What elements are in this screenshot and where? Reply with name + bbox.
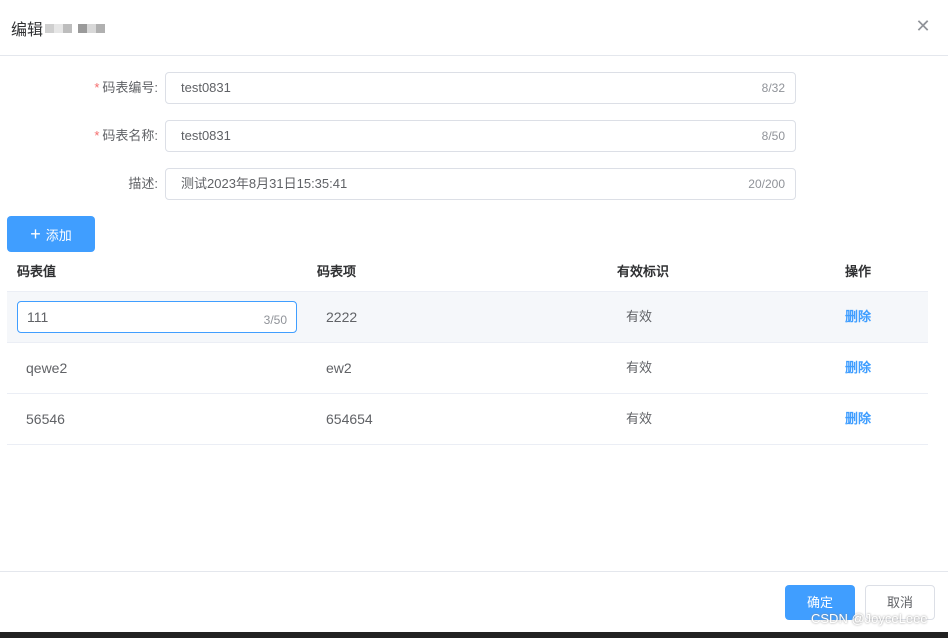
desc-label: 描述: (128, 176, 158, 191)
delete-link[interactable]: 删除 (845, 394, 871, 444)
row-value-cell: 56546 (26, 411, 65, 427)
row-value-input-counter: 3/50 (263, 313, 287, 327)
column-header-value: 码表值 (17, 264, 57, 279)
bottom-dark-bar (0, 632, 948, 638)
dialog-title: 编辑 (11, 16, 106, 40)
code-table: 码表值 码表项 有效标识 操作 111 3/50 2222 有效 删除 qewe… (7, 252, 928, 445)
code-input-value: test0831 (181, 80, 231, 95)
column-header-status: 有效标识 (617, 264, 670, 279)
code-input-counter: 8/32 (761, 81, 785, 95)
table-row: qewe2 ew2 有效 删除 (7, 343, 928, 394)
row-status-cell: 有效 (626, 309, 653, 324)
close-icon[interactable]: ✕ (913, 14, 933, 38)
row-value-input[interactable]: 111 3/50 (17, 301, 297, 333)
column-header-item: 码表项 (317, 264, 357, 279)
row-value-input-text: 111 (27, 309, 49, 325)
delete-link[interactable]: 删除 (845, 292, 871, 342)
dialog-title-text: 编辑 (11, 22, 44, 39)
form-row-code: * 码表编号: test0831 8/32 (0, 72, 800, 104)
code-input[interactable]: test0831 8/32 (165, 72, 796, 104)
row-status-cell: 有效 (626, 360, 653, 375)
table-row: 56546 654654 有效 删除 (7, 394, 928, 445)
plus-icon: + (30, 224, 41, 244)
delete-link[interactable]: 删除 (845, 343, 871, 393)
watermark-text: CSDN @JoyceLeee (811, 611, 928, 626)
redacted-title-mosaic (45, 23, 106, 33)
table-header: 码表值 码表项 有效标识 操作 (7, 252, 928, 292)
add-row-label: 添加 (45, 227, 72, 243)
form-row-desc: 描述: 测试2023年8月31日15:35:41 20/200 (0, 168, 800, 200)
add-row-button[interactable]: + 添加 (7, 216, 95, 252)
name-input-value: test0831 (181, 128, 231, 143)
row-value-cell: qewe2 (26, 360, 68, 376)
dialog-header: 编辑 ✕ (0, 0, 948, 56)
row-status-cell: 有效 (626, 411, 653, 426)
desc-input-value: 测试2023年8月31日15:35:41 (181, 176, 348, 191)
form-row-name: * 码表名称: test0831 8/50 (0, 120, 800, 152)
required-asterisk: * (94, 128, 100, 143)
column-header-action: 操作 (845, 264, 872, 279)
row-item-cell: 654654 (326, 411, 373, 427)
row-item-cell: 2222 (326, 309, 358, 325)
desc-input[interactable]: 测试2023年8月31日15:35:41 20/200 (165, 168, 796, 200)
desc-input-counter: 20/200 (748, 177, 785, 191)
name-input-counter: 8/50 (761, 129, 785, 143)
table-row: 111 3/50 2222 有效 删除 (7, 292, 928, 343)
name-input[interactable]: test0831 8/50 (165, 120, 796, 152)
row-item-cell: ew2 (326, 360, 352, 376)
name-label: * 码表名称: (94, 128, 158, 143)
code-label: * 码表编号: (94, 80, 158, 95)
dialog-footer: 确定 取消 (0, 571, 948, 632)
edit-dialog: 编辑 ✕ * 码表编号: test0831 8/32 * 码表名称: test083… (0, 0, 948, 632)
required-asterisk: * (94, 80, 100, 95)
